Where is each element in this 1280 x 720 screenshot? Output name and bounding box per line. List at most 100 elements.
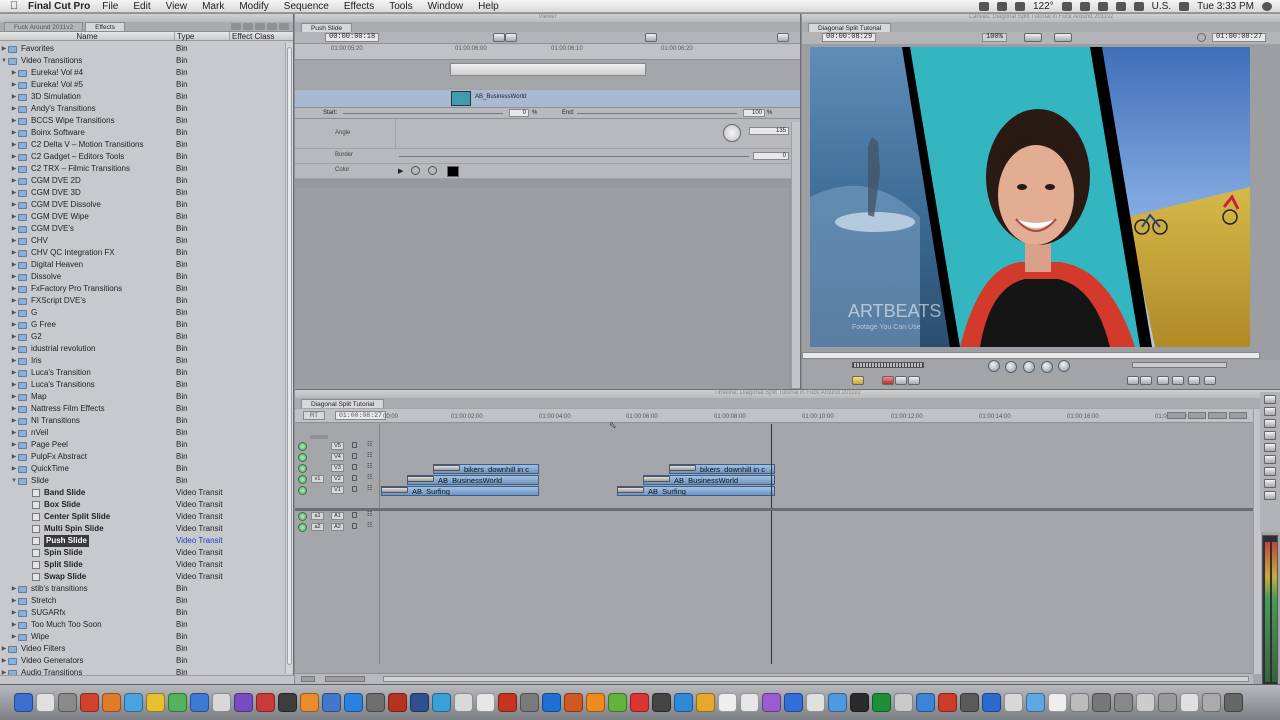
browser-row[interactable]: ▶ Too Much Too Soon Bin: [0, 619, 286, 631]
disclosure-closed-icon[interactable]: ▶: [10, 379, 18, 391]
browser-row[interactable]: ▶ stib's transitions Bin: [0, 583, 286, 595]
dock-app-icon[interactable]: [1026, 693, 1045, 712]
dock-app-icon[interactable]: [80, 693, 99, 712]
browser-row[interactable]: ▶ FXScript DVE's Bin: [0, 295, 286, 307]
color-swatch[interactable]: [447, 166, 459, 177]
track-visibility-toggle[interactable]: [298, 464, 307, 473]
browser-row[interactable]: ▶ NI Transitions Bin: [0, 415, 286, 427]
browser-row[interactable]: ▼ Video Transitions Bin: [0, 55, 286, 67]
disclosure-closed-icon[interactable]: ▶: [10, 595, 18, 607]
disclosure-closed-icon[interactable]: ▶: [0, 643, 8, 655]
dock-app-icon[interactable]: [916, 693, 935, 712]
disclosure-closed-icon[interactable]: ▶: [10, 283, 18, 295]
track-label[interactable]: V3: [331, 464, 344, 472]
browser-row[interactable]: ▶ CGM DVE Wipe Bin: [0, 211, 286, 223]
transition-marker[interactable]: [669, 465, 696, 471]
disclosure-closed-icon[interactable]: ▶: [10, 439, 18, 451]
browser-row[interactable]: ▶ G Free Bin: [0, 319, 286, 331]
track-label[interactable]: V1: [331, 486, 344, 494]
browser-row[interactable]: ▶ CHV QC Integration FX Bin: [0, 247, 286, 259]
column-effect-class[interactable]: Effect Class: [230, 32, 285, 41]
mark-out-button[interactable]: [1140, 376, 1152, 385]
roll-edit-tool-icon[interactable]: [1264, 431, 1276, 440]
disclosure-closed-icon[interactable]: ▶: [10, 247, 18, 259]
disclosure-closed-icon[interactable]: ▶: [0, 43, 8, 55]
input-source[interactable]: U.S.: [1152, 1, 1171, 12]
border-value-field[interactable]: 0: [753, 152, 789, 160]
lock-icon[interactable]: [352, 453, 357, 459]
menu-window[interactable]: Window: [428, 1, 464, 12]
dock-app-icon[interactable]: [696, 693, 715, 712]
time-machine-icon[interactable]: [1061, 2, 1072, 11]
disclosure-closed-icon[interactable]: ▶: [10, 307, 18, 319]
menu-help[interactable]: Help: [478, 1, 499, 12]
dock-app-icon[interactable]: [454, 693, 473, 712]
start-slider[interactable]: [343, 113, 503, 114]
browser-row[interactable]: Band Slide Video Transit: [0, 487, 286, 499]
disclosure-closed-icon[interactable]: ▶: [10, 295, 18, 307]
add-marker-button[interactable]: [882, 376, 894, 385]
browser-row[interactable]: ▶ CHV Bin: [0, 235, 286, 247]
end-slider[interactable]: [577, 113, 737, 114]
browser-row[interactable]: ▶ Wipe Bin: [0, 631, 286, 643]
disclosure-closed-icon[interactable]: ▶: [10, 139, 18, 151]
browser-row[interactable]: ▶ FxFactory Pro Transitions Bin: [0, 283, 286, 295]
zoom-popup[interactable]: 100%: [982, 33, 1007, 42]
dock-app-icon[interactable]: [1136, 693, 1155, 712]
auto-select-icon[interactable]: ☷: [367, 486, 375, 492]
gear-icon[interactable]: [1197, 33, 1206, 42]
apple-menu-icon[interactable]: : [0, 0, 28, 12]
track-height-control[interactable]: [310, 435, 328, 439]
disclosure-closed-icon[interactable]: ▶: [10, 451, 18, 463]
browser-row[interactable]: ▶ C2 TRX – Filmic Transitions Bin: [0, 163, 286, 175]
disclosure-closed-icon[interactable]: ▶: [10, 175, 18, 187]
track-label[interactable]: V5: [331, 442, 344, 450]
disclosure-closed-icon[interactable]: ▶: [10, 631, 18, 643]
wifi-icon[interactable]: [1097, 2, 1108, 11]
add-motion-keyframe-button[interactable]: [852, 376, 864, 385]
dock-app-icon[interactable]: [498, 693, 517, 712]
browser-row[interactable]: Center Split Slide Video Transit: [0, 511, 286, 523]
column-type[interactable]: Type: [175, 32, 230, 41]
transition-marker[interactable]: [643, 476, 670, 482]
transition-marker[interactable]: [617, 487, 644, 493]
dock-app-icon[interactable]: [36, 693, 55, 712]
track-label[interactable]: V4: [331, 453, 344, 461]
dock-app-icon[interactable]: [1224, 693, 1243, 712]
track-label[interactable]: A1: [331, 512, 344, 520]
dock-app-icon[interactable]: [278, 693, 297, 712]
browser-row[interactable]: ▶ Stretch Bin: [0, 595, 286, 607]
scroll-thumb[interactable]: [287, 47, 292, 665]
disclosure-closed-icon[interactable]: ▶: [10, 403, 18, 415]
browser-vertical-scrollbar[interactable]: [285, 43, 293, 673]
browser-row[interactable]: ▶ Dissolve Bin: [0, 271, 286, 283]
disclosure-closed-icon[interactable]: ▶: [0, 655, 8, 667]
disclosure-closed-icon[interactable]: ▶: [10, 343, 18, 355]
disclosure-closed-icon[interactable]: ▶: [10, 415, 18, 427]
disclosure-open-icon[interactable]: ▼: [10, 475, 18, 487]
menu-tools[interactable]: Tools: [389, 1, 412, 12]
dock-app-icon[interactable]: [322, 693, 341, 712]
source-control-a2[interactable]: a2: [311, 523, 324, 531]
display-icon[interactable]: [996, 2, 1007, 11]
app-menu[interactable]: Final Cut Pro: [28, 1, 90, 12]
browser-row[interactable]: ▶ CGM DVE 2D Bin: [0, 175, 286, 187]
disclosure-closed-icon[interactable]: ▶: [10, 127, 18, 139]
border-slider[interactable]: [399, 156, 749, 157]
viewer-scrollbar[interactable]: [791, 122, 800, 388]
dock-app-icon[interactable]: [102, 693, 121, 712]
dock-app-icon[interactable]: [762, 693, 781, 712]
disclosure-closed-icon[interactable]: ▶: [10, 319, 18, 331]
browser-row[interactable]: ▶ G Bin: [0, 307, 286, 319]
browser-row[interactable]: ▶ Nattress Film Effects Bin: [0, 403, 286, 415]
tab-project[interactable]: Fuck Around 2011v2: [4, 22, 84, 31]
track-label[interactable]: A2: [331, 523, 344, 531]
transition-marker[interactable]: [433, 465, 460, 471]
play-around-button[interactable]: [1041, 361, 1053, 373]
timeline-horizontal-scrollbar[interactable]: [383, 676, 1249, 682]
play-in-to-out-button[interactable]: [1005, 361, 1017, 373]
tab-effects[interactable]: Effects: [85, 22, 125, 31]
browser-row[interactable]: ▶ Eureka! Vol #4 Bin: [0, 67, 286, 79]
disclosure-closed-icon[interactable]: ▶: [10, 583, 18, 595]
menu-edit[interactable]: Edit: [133, 1, 150, 12]
